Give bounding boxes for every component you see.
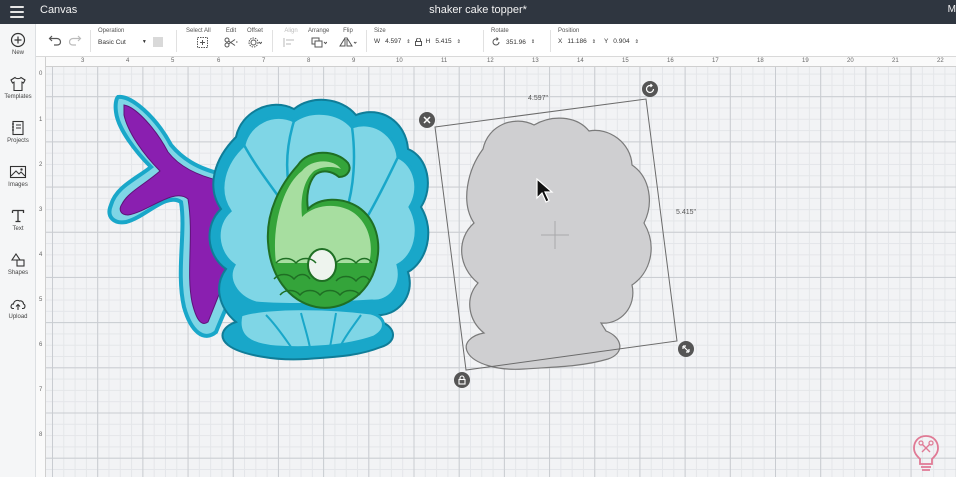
chevron-down-icon[interactable]: ▼	[142, 39, 147, 45]
sidebar-item-projects[interactable]: Projects	[0, 118, 36, 158]
sidebar-item-images[interactable]: Images	[0, 162, 36, 202]
stepper-icon[interactable]: ⇕	[531, 39, 535, 45]
toolbar-divider	[90, 30, 91, 52]
resize-handle[interactable]	[678, 341, 694, 357]
scissors-icon[interactable]	[224, 37, 238, 48]
lock-icon[interactable]	[414, 37, 422, 46]
flip-group[interactable]: Flip	[339, 28, 357, 50]
operation-select[interactable]: Basic Cut	[98, 39, 126, 46]
mouse-cursor-icon	[536, 178, 554, 203]
toolbar-divider	[272, 30, 273, 52]
select-all-icon[interactable]	[196, 37, 208, 48]
image-icon	[9, 165, 27, 179]
toolbar-divider	[550, 30, 551, 52]
offset-label: Offset	[247, 28, 263, 34]
align-icon[interactable]	[283, 37, 299, 48]
sidebar-item-templates[interactable]: Templates	[0, 74, 36, 114]
edit-label: Edit	[225, 28, 237, 34]
y-position-input[interactable]: 0.904	[610, 37, 633, 46]
position-group: Position X 11.186 ⇕ Y 0.904 ⇕	[558, 28, 639, 46]
width-label: W	[374, 38, 381, 45]
lightbulb-logo-icon	[913, 435, 939, 471]
position-label: Position	[558, 28, 580, 34]
sidebar-item-label: Projects	[7, 138, 29, 144]
edit-group[interactable]: Edit	[224, 28, 238, 50]
offset-group[interactable]: Offset	[247, 28, 263, 50]
grey-shell-layer[interactable]	[461, 117, 652, 370]
sidebar-item-shapes[interactable]: Shapes	[0, 250, 36, 290]
rotate-icon	[492, 37, 500, 46]
selection-width-label: 4.597"	[528, 95, 549, 102]
x-label: X	[558, 38, 563, 45]
x-position-input[interactable]: 11.186	[564, 37, 590, 46]
operation-color-swatch[interactable]	[152, 37, 163, 47]
text-t-icon	[11, 209, 25, 223]
size-group: Size W 4.597 ⇕ H 5.415 ⇕	[374, 28, 461, 46]
mermaid-shell-design[interactable]	[36, 57, 956, 477]
align-label: Align	[284, 28, 298, 34]
cricut-design-space-app: Canvas shaker cake topper* M New Templat…	[0, 0, 956, 477]
user-avatar[interactable]: M	[948, 4, 956, 15]
rotate-group: Rotate 351.96 ⇕	[491, 28, 535, 47]
arrange-icon[interactable]	[311, 37, 328, 48]
y-label: Y	[603, 38, 609, 45]
arrange-group[interactable]: Arrange	[308, 28, 329, 50]
close-icon[interactable]	[419, 112, 435, 128]
rotate-input[interactable]: 351.96	[503, 37, 529, 47]
sidebar-item-label: Shapes	[7, 270, 29, 276]
sidebar-item-label: Templates	[4, 94, 32, 100]
size-label: Size	[374, 28, 386, 34]
operation-label: Operation	[98, 28, 125, 34]
sidebar-item-text[interactable]: Text	[0, 206, 36, 246]
align-group[interactable]: Align	[283, 28, 299, 50]
height-label: H	[425, 38, 431, 45]
flip-icon[interactable]	[339, 36, 357, 48]
toolbar-divider	[483, 30, 484, 52]
stepper-icon[interactable]: ⇕	[592, 39, 596, 45]
width-input[interactable]: 4.597	[382, 37, 405, 46]
sidebar-item-label: Upload	[8, 314, 28, 320]
arrange-label: Arrange	[308, 28, 330, 34]
top-bar: Canvas shaker cake topper* M	[0, 0, 956, 24]
shirt-icon	[10, 76, 26, 92]
sidebar-item-label: Images	[8, 182, 28, 188]
sidebar-item-upload[interactable]: Upload	[0, 294, 36, 334]
document-title: shaker cake topper*	[429, 4, 527, 16]
undo-icon[interactable]	[48, 34, 62, 46]
shapes-icon	[10, 253, 25, 267]
sidebar-item-label: New	[11, 50, 24, 56]
toolbar-divider	[366, 30, 367, 52]
operation-group: Operation Basic Cut ▼	[98, 28, 163, 47]
rotate-icon[interactable]	[642, 81, 658, 97]
sidebar-item-new[interactable]: New	[0, 30, 36, 70]
selection-height-label: 5.415"	[676, 209, 697, 216]
left-sidebar: New Templates Projects Images Text Shape…	[0, 24, 36, 477]
lock-handle[interactable]	[454, 372, 470, 388]
design-canvas[interactable]: 3 4 5 6 7 8 9 10 11 12 13 14 15 16 17 18…	[36, 57, 956, 477]
cloud-upload-icon	[10, 299, 26, 310]
stepper-icon[interactable]: ⇕	[635, 39, 639, 45]
rotate-handle[interactable]	[642, 81, 658, 97]
delete-handle[interactable]	[419, 112, 435, 128]
stepper-icon[interactable]: ⇕	[406, 39, 410, 45]
rotate-label: Rotate	[491, 28, 509, 34]
height-input[interactable]: 5.415	[432, 37, 455, 46]
redo-icon[interactable]	[68, 34, 82, 46]
select-all-label: Select All	[186, 28, 211, 34]
sidebar-item-label: Text	[12, 226, 24, 232]
stepper-icon[interactable]: ⇕	[457, 39, 461, 45]
flip-label: Flip	[343, 28, 353, 34]
resize-arrow-icon[interactable]	[678, 341, 694, 357]
notebook-icon	[12, 120, 24, 136]
select-all-group[interactable]: Select All	[186, 28, 211, 50]
offset-icon[interactable]	[248, 37, 263, 48]
edit-toolbar: Operation Basic Cut ▼ Select All Edit Of…	[36, 24, 956, 57]
plus-circle-icon	[10, 32, 26, 48]
lock-icon[interactable]	[454, 372, 470, 388]
toolbar-divider	[176, 30, 177, 52]
